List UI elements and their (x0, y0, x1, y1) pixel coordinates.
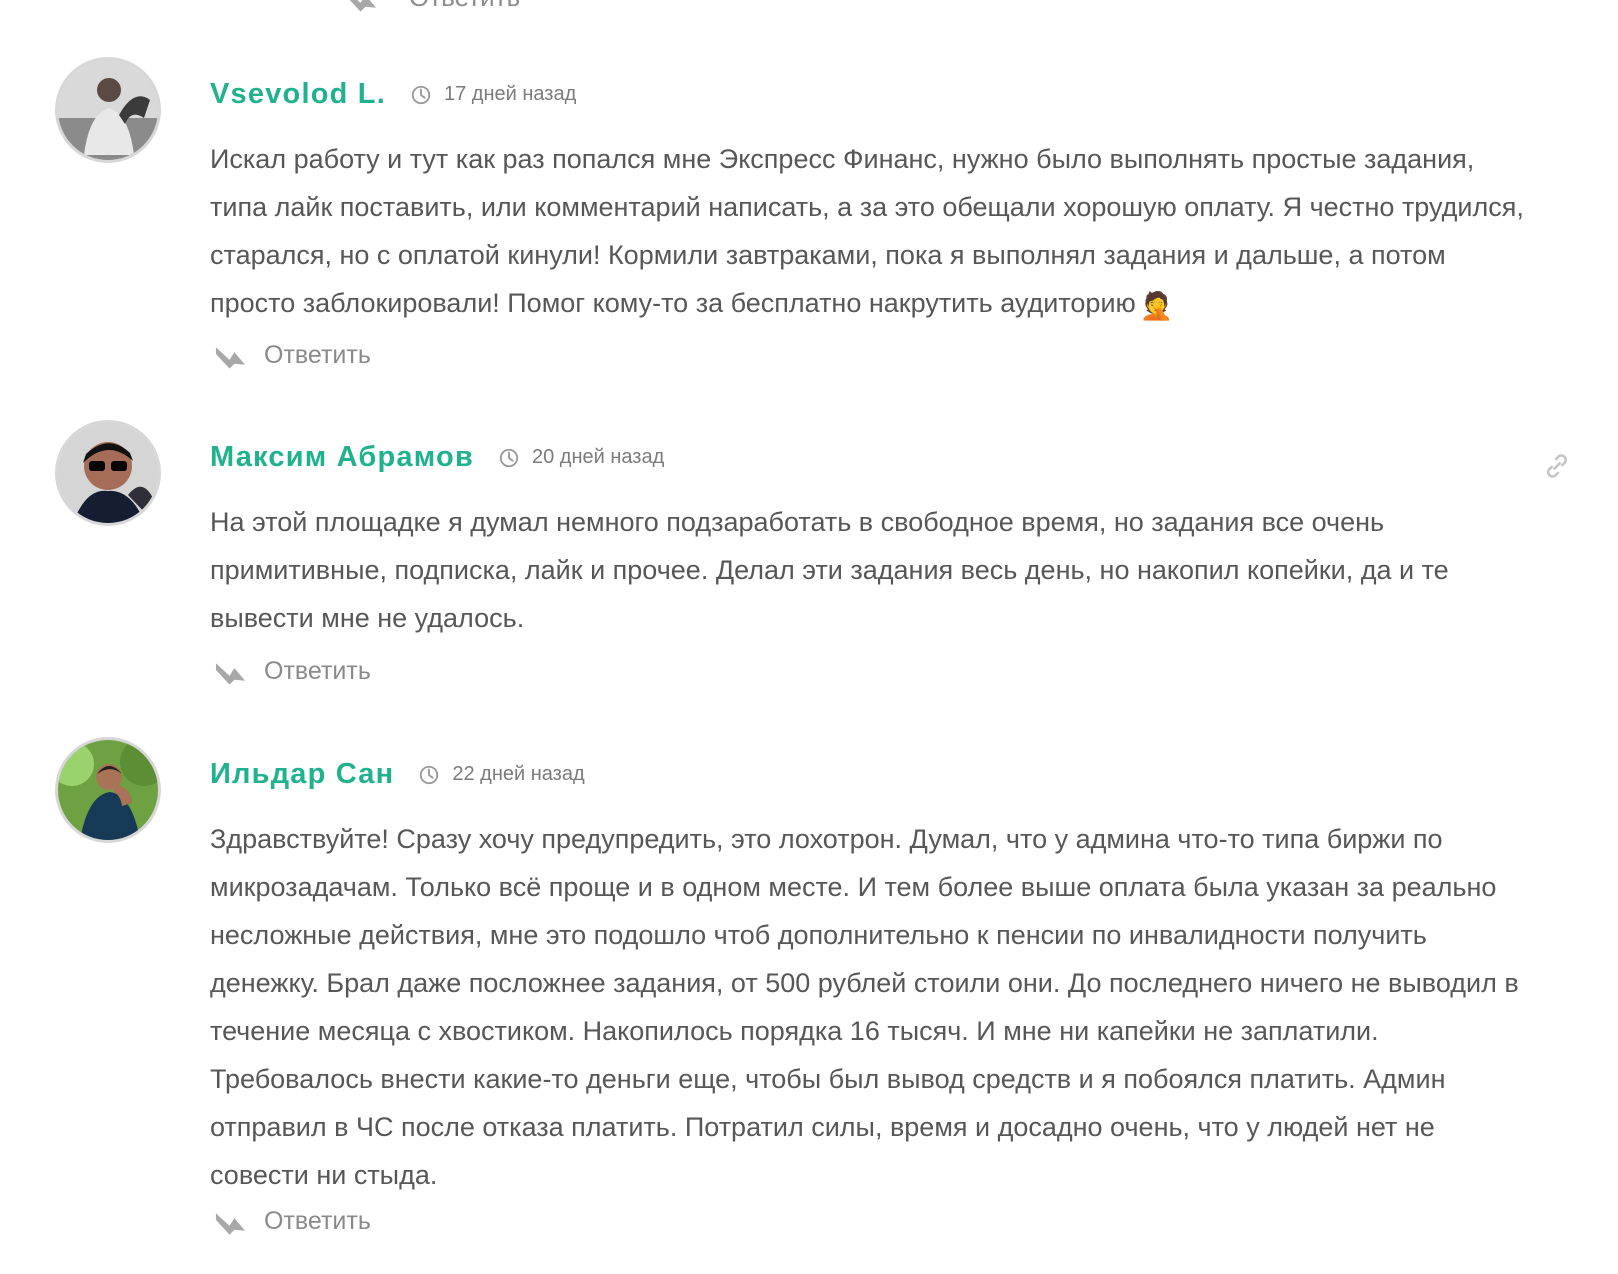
avatar-vsevolod[interactable] (55, 57, 161, 163)
time-label: 22 дней назад (452, 763, 585, 785)
comment-meta: Максим Абрамов 20 дней назад (210, 441, 664, 474)
reply-button[interactable]: Ответить (214, 656, 371, 686)
facepalm-emoji: 🤦 (1139, 291, 1174, 321)
comment-text-content: Искал работу и тут как раз попался мне Э… (210, 144, 1524, 318)
comment-time: 17 дней назад (410, 83, 576, 106)
reply-button[interactable]: Ответить (214, 1206, 371, 1236)
reply-arrow-icon (215, 347, 246, 369)
avatar-ildar[interactable] (55, 737, 161, 843)
author-name[interactable]: Максим Абрамов (210, 441, 474, 474)
reply-label: Ответить (409, 0, 520, 13)
time-label: 20 дней назад (531, 446, 665, 468)
reply-label: Ответить (264, 1206, 371, 1235)
reply-button[interactable]: Ответить (214, 340, 371, 370)
link-icon[interactable] (1543, 452, 1571, 480)
previous-comment-reply-button[interactable]: Ответить (345, 0, 520, 13)
clock-icon (411, 85, 431, 104)
author-name[interactable]: Ильдар Сан (210, 758, 394, 791)
comment-meta: Ильдар Сан 22 дней назад (210, 758, 585, 791)
user-avatar-photo (58, 60, 158, 160)
comment-text-content: Здравствуйте! Сразу хочу предупредить, э… (210, 824, 1519, 1190)
reply-arrow-icon (215, 1213, 246, 1235)
comment-text: Искал работу и тут как раз попался мне Э… (210, 135, 1530, 330)
reply-label: Ответить (264, 340, 371, 369)
reply-arrow-icon (215, 663, 246, 685)
user-avatar-photo (58, 423, 158, 523)
comment-meta: Vsevolod L. 17 дней назад (210, 78, 576, 111)
comment-text: Здравствуйте! Сразу хочу предупредить, э… (210, 815, 1530, 1199)
time-label: 17 дней назад (443, 83, 577, 105)
comment-text: На этой площадке я думал немного подзара… (210, 498, 1530, 642)
clock-icon (420, 765, 439, 784)
comment-time: 20 дней назад (498, 446, 664, 469)
reply-label: Ответить (264, 656, 371, 685)
comment-time: 22 дней назад (418, 763, 585, 786)
reply-icon (350, 0, 377, 12)
comments-page: Ответить Vsevolod L. 17 дней назад (0, 0, 1618, 1274)
clock-icon (499, 448, 519, 467)
user-avatar-photo (58, 740, 158, 840)
avatar-maksim[interactable] (55, 420, 161, 526)
author-name[interactable]: Vsevolod L. (210, 78, 386, 111)
comment-text-content: На этой площадке я думал немного подзара… (210, 507, 1449, 633)
